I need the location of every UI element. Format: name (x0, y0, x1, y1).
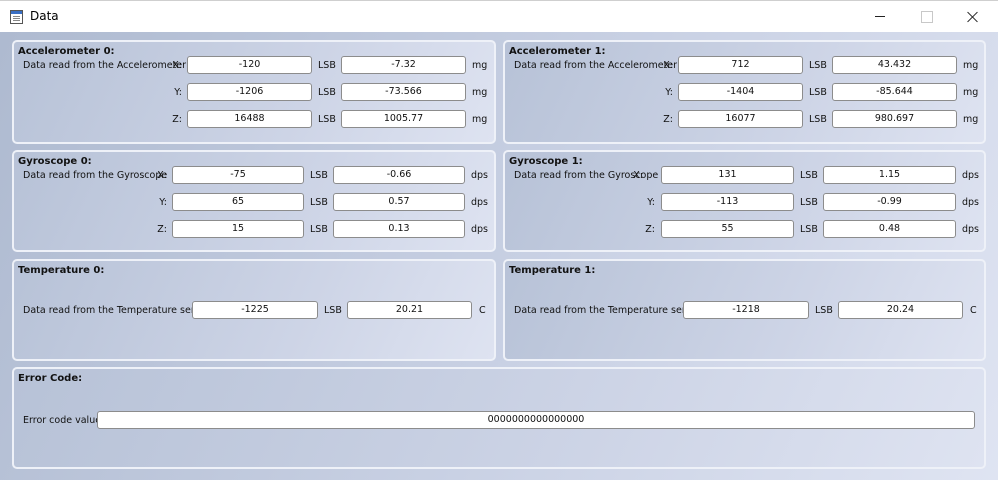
unit-label: dps (962, 224, 980, 235)
error-code-label: Error code value (23, 415, 102, 426)
temp-1-raw-field[interactable]: -1218 (683, 301, 809, 319)
unit-label: dps (471, 224, 489, 235)
accel-0-x-raw-field[interactable]: -120 (187, 56, 312, 74)
temp-1-value-field[interactable]: 20.24 (838, 301, 963, 319)
unit-label: LSB (310, 170, 328, 181)
accel-0-z-value-field[interactable]: 1005.77 (341, 110, 466, 128)
gyroscope-1-group: Gyroscope 1: Data read from the Gyroscop… (503, 150, 986, 252)
unit-label: mg (963, 60, 979, 71)
accel-0-y-value-field[interactable]: -73.566 (341, 83, 466, 101)
unit-label: mg (963, 114, 979, 125)
axis-label: Z: (663, 114, 673, 125)
group-title: Gyroscope 0: (18, 156, 92, 167)
title-bar: Data (0, 0, 998, 32)
axis-label: Y: (665, 87, 673, 98)
unit-label: C (479, 305, 486, 316)
temp-0-value-field[interactable]: 20.21 (347, 301, 472, 319)
group-description: Data read from the Temperature sensor (23, 305, 212, 316)
group-title: Accelerometer 0: (18, 46, 115, 57)
unit-label: C (970, 305, 977, 316)
temperature-1-group: Temperature 1: Data read from the Temper… (503, 259, 986, 361)
group-title: Accelerometer 1: (509, 46, 606, 57)
axis-label: Z: (172, 114, 182, 125)
unit-label: dps (962, 197, 980, 208)
error-code-group: Error Code: Error code value 00000000000… (12, 367, 986, 469)
minimize-icon[interactable] (856, 1, 902, 33)
group-title: Gyroscope 1: (509, 156, 583, 167)
group-description: Data read from the Temperature sensor (514, 305, 703, 316)
axis-label: Y: (174, 87, 182, 98)
maximize-icon[interactable] (902, 1, 948, 33)
temp-0-raw-field[interactable]: -1225 (192, 301, 318, 319)
unit-label: LSB (800, 224, 818, 235)
accel-1-x-raw-field[interactable]: 712 (678, 56, 803, 74)
accel-0-x-value-field[interactable]: -7.32 (341, 56, 466, 74)
unit-label: dps (471, 170, 489, 181)
unit-label: LSB (809, 87, 827, 98)
gyro-1-x-value-field[interactable]: 1.15 (823, 166, 956, 184)
axis-label: X: (633, 170, 643, 181)
temperature-0-group: Temperature 0: Data read from the Temper… (12, 259, 496, 361)
unit-label: LSB (318, 87, 336, 98)
unit-label: dps (962, 170, 980, 181)
unit-label: dps (471, 197, 489, 208)
unit-label: mg (963, 87, 979, 98)
gyro-0-z-value-field[interactable]: 0.13 (333, 220, 465, 238)
unit-label: LSB (318, 60, 336, 71)
gyro-0-x-raw-field[interactable]: -75 (172, 166, 304, 184)
gyroscope-0-group: Gyroscope 0: Data read from the Gyroscop… (12, 150, 496, 252)
window-title: Data (30, 9, 59, 23)
gyro-1-x-raw-field[interactable]: 131 (661, 166, 794, 184)
axis-label: Y: (647, 197, 655, 208)
unit-label: LSB (809, 114, 827, 125)
accel-0-z-raw-field[interactable]: 16488 (187, 110, 312, 128)
accel-1-y-raw-field[interactable]: -1404 (678, 83, 803, 101)
app-window-icon (10, 10, 23, 24)
unit-label: LSB (318, 114, 336, 125)
axis-label: X: (663, 60, 673, 71)
gyro-1-y-value-field[interactable]: -0.99 (823, 193, 956, 211)
unit-label: mg (472, 60, 488, 71)
gyro-1-y-raw-field[interactable]: -113 (661, 193, 794, 211)
unit-label: LSB (324, 305, 342, 316)
group-title: Temperature 0: (18, 265, 105, 276)
unit-label: mg (472, 114, 488, 125)
unit-label: LSB (800, 170, 818, 181)
unit-label: LSB (809, 60, 827, 71)
accel-1-x-value-field[interactable]: 43.432 (832, 56, 957, 74)
group-title: Temperature 1: (509, 265, 596, 276)
error-code-field[interactable]: 0000000000000000 (97, 411, 975, 429)
unit-label: LSB (310, 224, 328, 235)
accelerometer-1-group: Accelerometer 1: Data read from the Acce… (503, 40, 986, 144)
client-area: Accelerometer 0: Data read from the Acce… (0, 32, 998, 480)
gyro-1-z-raw-field[interactable]: 55 (661, 220, 794, 238)
gyro-0-y-raw-field[interactable]: 65 (172, 193, 304, 211)
axis-label: X: (172, 60, 182, 71)
accel-0-y-raw-field[interactable]: -1206 (187, 83, 312, 101)
axis-label: Z: (645, 224, 655, 235)
axis-label: Y: (159, 197, 167, 208)
accel-1-z-value-field[interactable]: 980.697 (832, 110, 957, 128)
gyro-0-y-value-field[interactable]: 0.57 (333, 193, 465, 211)
unit-label: LSB (815, 305, 833, 316)
accel-1-z-raw-field[interactable]: 16077 (678, 110, 803, 128)
accel-1-y-value-field[interactable]: -85.644 (832, 83, 957, 101)
unit-label: LSB (800, 197, 818, 208)
gyro-0-x-value-field[interactable]: -0.66 (333, 166, 465, 184)
gyro-0-z-raw-field[interactable]: 15 (172, 220, 304, 238)
axis-label: X: (157, 170, 167, 181)
close-icon[interactable] (948, 1, 994, 33)
accelerometer-0-group: Accelerometer 0: Data read from the Acce… (12, 40, 496, 144)
unit-label: mg (472, 87, 488, 98)
group-title: Error Code: (18, 373, 83, 384)
axis-label: Z: (157, 224, 167, 235)
gyro-1-z-value-field[interactable]: 0.48 (823, 220, 956, 238)
unit-label: LSB (310, 197, 328, 208)
